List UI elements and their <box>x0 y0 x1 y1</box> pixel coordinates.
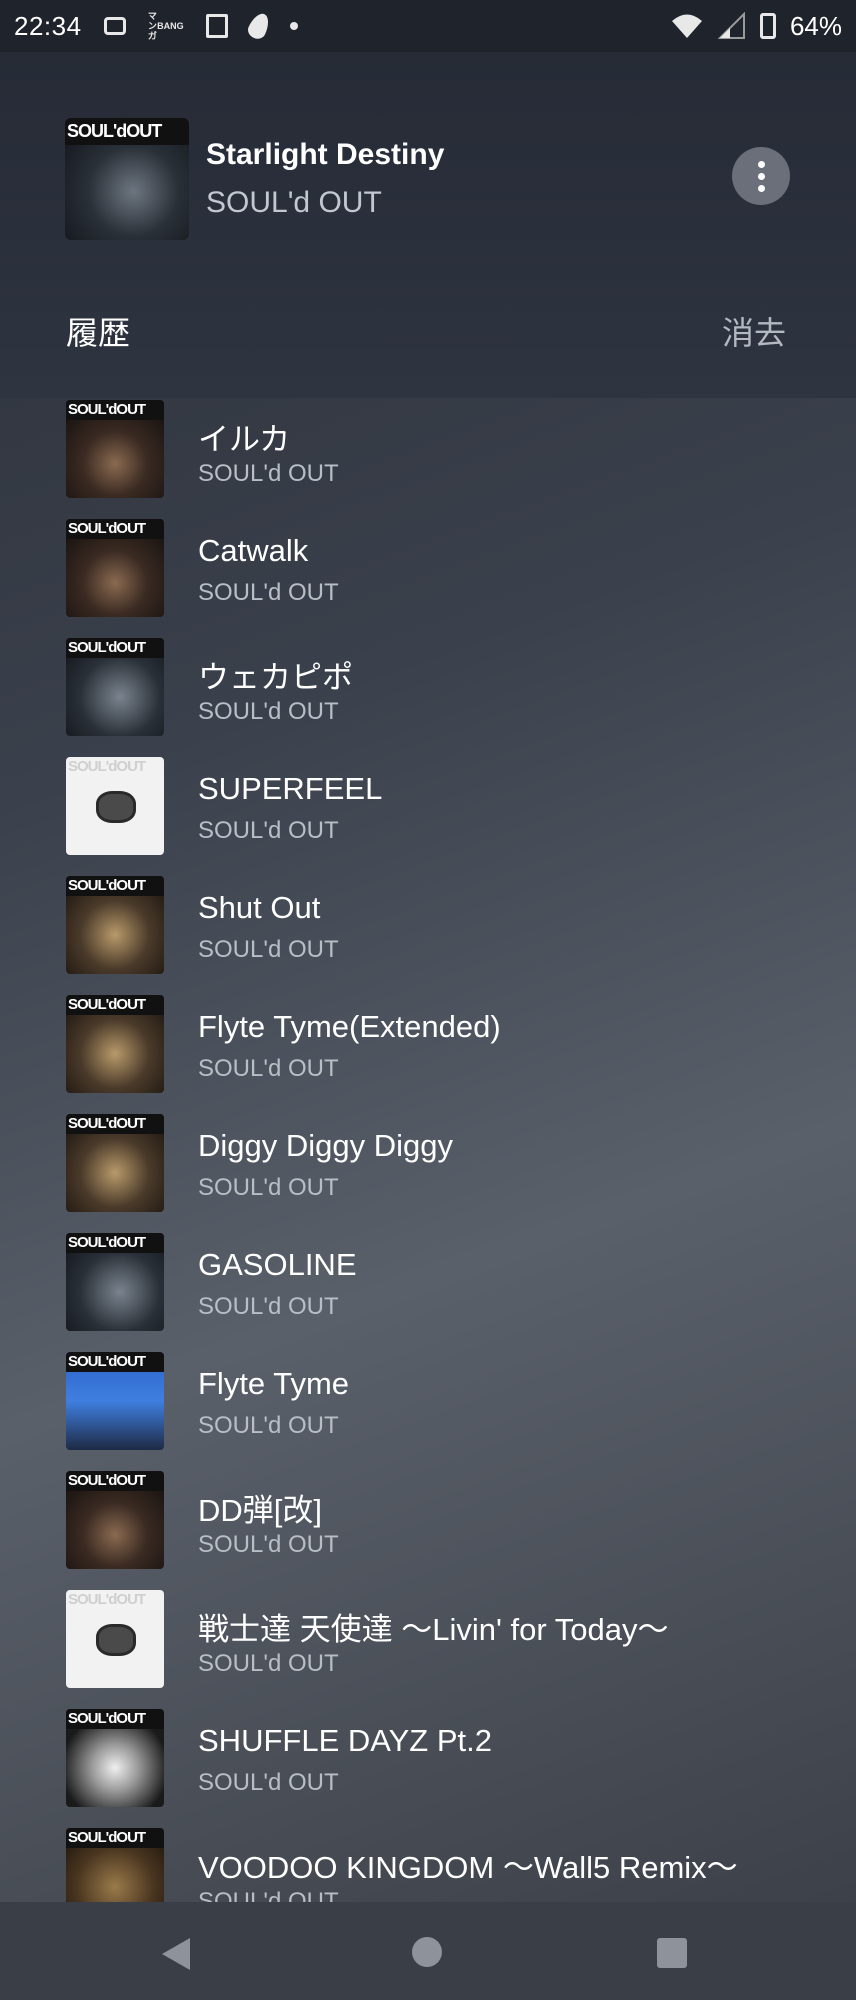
track-title: Flyte Tyme <box>198 1366 350 1401</box>
now-playing-header: SOUL'dOUT Starlight Destiny SOUL'd OUT 履… <box>0 52 856 398</box>
track-artist: SOUL'd OUT <box>198 1769 339 1796</box>
track-title: Shut Out <box>198 890 321 925</box>
album-art-logo: SOUL'dOUT <box>66 1233 164 1253</box>
history-track-row[interactable]: SOUL'dOUT DD弾[改] SOUL'd OUT <box>0 1467 856 1586</box>
more-options-button[interactable] <box>732 147 790 205</box>
history-track-row[interactable]: SOUL'dOUT Shut Out SOUL'd OUT <box>0 872 856 991</box>
track-album-art: SOUL'dOUT <box>66 1352 164 1450</box>
history-track-row[interactable]: SOUL'dOUT SUPERFEEL SOUL'd OUT <box>0 753 856 872</box>
track-title: SUPERFEEL <box>198 771 383 806</box>
track-album-art: SOUL'dOUT <box>66 1114 164 1212</box>
history-track-row[interactable]: SOUL'dOUT Flyte Tyme SOUL'd OUT <box>0 1348 856 1467</box>
album-art-logo: SOUL'dOUT <box>66 519 164 539</box>
track-album-art: SOUL'dOUT <box>66 995 164 1093</box>
track-artist: SOUL'd OUT <box>198 1888 339 1902</box>
now-playing-title: Starlight Destiny <box>206 138 445 171</box>
back-icon[interactable] <box>162 1938 190 1970</box>
track-artist: SOUL'd OUT <box>198 817 339 844</box>
track-title: DD弾[改] <box>198 1493 322 1528</box>
album-art-logo: SOUL'dOUT <box>66 400 164 420</box>
album-art-logo: SOUL'dOUT <box>65 118 189 145</box>
history-track-row[interactable]: SOUL'dOUT イルカ SOUL'd OUT <box>0 398 856 515</box>
now-playing-album-art[interactable]: SOUL'dOUT <box>65 118 189 240</box>
history-track-row[interactable]: SOUL'dOUT ウェカピポ SOUL'd OUT <box>0 634 856 753</box>
track-title: イルカ <box>198 422 291 457</box>
history-track-row[interactable]: SOUL'dOUT Catwalk SOUL'd OUT <box>0 515 856 634</box>
track-album-art: SOUL'dOUT <box>66 638 164 736</box>
track-artist: SOUL'd OUT <box>198 1174 339 1201</box>
history-track-row[interactable]: SOUL'dOUT VOODOO KINGDOM 〜Wall5 Remix〜 SOU… <box>0 1824 856 1902</box>
track-album-art: SOUL'dOUT <box>66 400 164 498</box>
manga-icon-text: マンガ <box>147 11 157 41</box>
album-art-logo: SOUL'dOUT <box>68 1591 146 1608</box>
track-artist: SOUL'd OUT <box>198 936 339 963</box>
track-title: Diggy Diggy Diggy <box>198 1128 453 1163</box>
track-album-art: SOUL'dOUT <box>66 1590 164 1688</box>
wifi-icon <box>671 14 702 38</box>
track-artist: SOUL'd OUT <box>198 1412 339 1439</box>
album-art-logo: SOUL'dOUT <box>66 638 164 658</box>
track-artist: SOUL'd OUT <box>198 1293 339 1320</box>
album-art-logo: SOUL'dOUT <box>66 1709 164 1729</box>
album-emblem-image <box>96 1624 136 1656</box>
tv-notification-icon <box>103 17 126 35</box>
history-list[interactable]: SOUL'dOUT イルカ SOUL'd OUT SOUL'dOUT Catwalk SO… <box>0 398 856 1902</box>
navigation-bar <box>0 1902 856 2000</box>
leaf-notification-icon <box>244 10 273 42</box>
track-album-art: SOUL'dOUT <box>66 519 164 617</box>
more-notifications-dot-icon <box>289 22 298 30</box>
history-track-row[interactable]: SOUL'dOUT SHUFFLE DAYZ Pt.2 SOUL'd OUT <box>0 1705 856 1824</box>
track-title: ウェカピポ <box>198 660 353 695</box>
history-track-row[interactable]: SOUL'dOUT Diggy Diggy Diggy SOUL'd OUT <box>0 1110 856 1229</box>
album-art-logo: SOUL'dOUT <box>66 876 164 896</box>
track-title: GASOLINE <box>198 1247 357 1282</box>
track-album-art: SOUL'dOUT <box>66 1709 164 1807</box>
album-art-logo: SOUL'dOUT <box>66 1114 164 1134</box>
home-icon[interactable] <box>412 1937 442 1967</box>
battery-icon <box>759 13 776 39</box>
status-time: 22:34 <box>14 10 82 41</box>
clear-history-button[interactable]: 消去 <box>722 308 786 354</box>
track-title: Flyte Tyme(Extended) <box>198 1009 501 1044</box>
track-album-art: SOUL'dOUT <box>66 1471 164 1569</box>
track-title: Catwalk <box>198 533 309 568</box>
track-album-art: SOUL'dOUT <box>66 757 164 855</box>
cell-signal-icon <box>717 12 745 39</box>
track-album-art: SOUL'dOUT <box>66 1233 164 1331</box>
status-bar: 22:34 マンガ BANG 64% <box>0 0 856 52</box>
more-vert-icon <box>757 160 765 168</box>
track-title: 戦士達 天使達 〜Livin' for Today〜 <box>198 1612 669 1647</box>
track-artist: SOUL'd OUT <box>198 1055 339 1082</box>
history-track-row[interactable]: SOUL'dOUT 戦士達 天使達 〜Livin' for Today〜 SOUL'… <box>0 1586 856 1705</box>
track-album-art: SOUL'dOUT <box>66 1828 164 1902</box>
twitch-notification-icon <box>205 14 228 38</box>
manga-bang-notification-icon: マンガ BANG <box>148 11 184 41</box>
album-art-logo: SOUL'dOUT <box>68 758 146 775</box>
album-art-logo: SOUL'dOUT <box>66 1471 164 1491</box>
track-artist: SOUL'd OUT <box>198 579 339 606</box>
track-album-art: SOUL'dOUT <box>66 876 164 974</box>
track-artist: SOUL'd OUT <box>198 1650 339 1677</box>
track-artist: SOUL'd OUT <box>198 698 339 725</box>
recents-icon[interactable] <box>657 1938 687 1968</box>
track-artist: SOUL'd OUT <box>198 460 339 487</box>
history-track-row[interactable]: SOUL'dOUT Flyte Tyme(Extended) SOUL'd OUT <box>0 991 856 1110</box>
album-art-logo: SOUL'dOUT <box>66 1352 164 1372</box>
track-artist: SOUL'd OUT <box>198 1531 339 1558</box>
manga-icon-text-2: BANG <box>157 21 184 31</box>
album-art-logo: SOUL'dOUT <box>66 995 164 1015</box>
history-track-row[interactable]: SOUL'dOUT GASOLINE SOUL'd OUT <box>0 1229 856 1348</box>
now-playing-artist: SOUL'd OUT <box>206 186 382 219</box>
album-emblem-image <box>96 791 136 823</box>
track-title: VOODOO KINGDOM 〜Wall5 Remix〜 <box>198 1850 738 1885</box>
history-heading: 履歴 <box>66 315 131 351</box>
album-art-logo: SOUL'dOUT <box>66 1828 164 1848</box>
battery-percent: 64% <box>789 10 842 41</box>
track-title: SHUFFLE DAYZ Pt.2 <box>198 1723 492 1758</box>
